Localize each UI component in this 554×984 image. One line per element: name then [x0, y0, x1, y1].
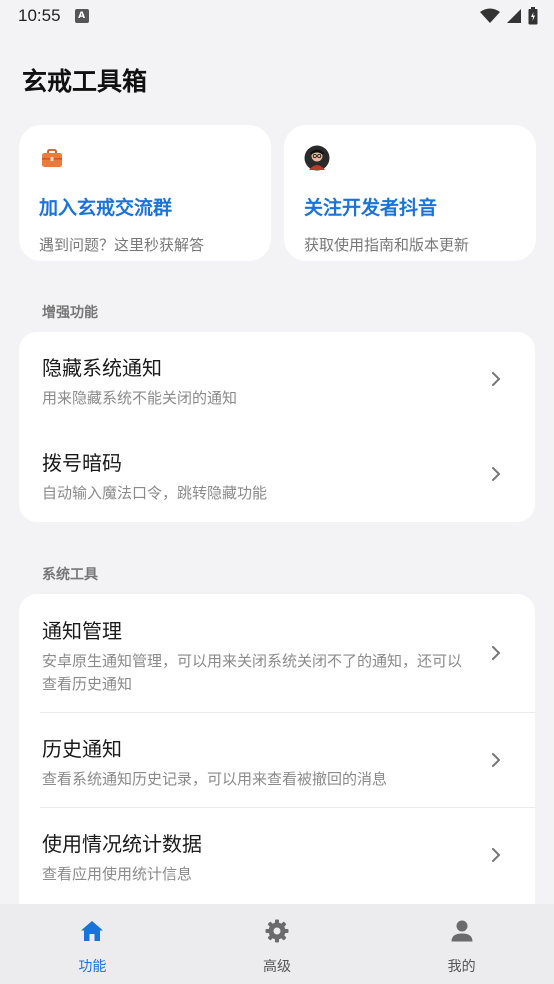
item-description: 查看应用使用统计信息: [42, 865, 193, 883]
notification-a-icon: A: [74, 9, 89, 23]
list-item-notification-management[interactable]: 通知管理 安卓原生通知管理，可以用来关闭系统关闭不了的通知，还可以查看历史通知: [19, 594, 535, 712]
tab-label: 功能: [78, 959, 107, 975]
system-tools-card: 通知管理 安卓原生通知管理，可以用来关闭系统关闭不了的通知，还可以查看历史通知 …: [19, 594, 535, 924]
chevron-right-icon: [492, 753, 500, 767]
app-root: 10:55 A 玄戒工具箱 加入玄戒交流群 遇到问题？这里秒获解答 关注开发者抖…: [0, 0, 554, 984]
chevron-right-icon: [492, 646, 500, 660]
tab-mine[interactable]: 我的: [369, 904, 554, 984]
list-item-usage-stats[interactable]: 使用情况统计数据 查看应用使用统计信息: [19, 808, 535, 904]
chevron-right-icon: [492, 372, 500, 386]
bottom-nav: 功能 高级 我的: [0, 904, 554, 984]
join-group-title: 加入玄戒交流群: [39, 197, 173, 219]
tab-advanced[interactable]: 高级: [185, 904, 370, 984]
item-title: 拨号暗码: [42, 451, 122, 475]
gear-icon: [265, 919, 289, 943]
person-icon: [451, 920, 473, 942]
tab-label: 我的: [447, 959, 476, 975]
enhanced-features-card: 隐藏系统通知 用来隐藏系统不能关闭的通知 拨号暗码 自动输入魔法口令，跳转隐藏功…: [19, 332, 535, 522]
item-description: 查看系统通知历史记录，可以用来查看被撤回的消息: [42, 770, 388, 788]
list-item-notification-history[interactable]: 历史通知 查看系统通知历史记录，可以用来查看被撤回的消息: [19, 713, 535, 807]
page-title: 玄戒工具箱: [22, 67, 148, 96]
tab-functions[interactable]: 功能: [0, 904, 185, 984]
item-title: 隐藏系统通知: [42, 356, 162, 380]
follow-developer-title: 关注开发者抖音: [304, 197, 438, 219]
signal-icon: [507, 9, 521, 23]
status-indicators: [480, 7, 538, 25]
item-description: 自动输入魔法口令，跳转隐藏功能: [42, 484, 268, 502]
join-group-card[interactable]: 加入玄戒交流群 遇到问题？这里秒获解答: [19, 125, 271, 261]
list-item-hide-system-notification[interactable]: 隐藏系统通知 用来隐藏系统不能关闭的通知: [19, 332, 535, 427]
item-description: 安卓原生通知管理，可以用来关闭系统关闭不了的通知，还可以查看历史通知: [42, 652, 463, 693]
section-header-enhanced: 增强功能: [42, 305, 98, 321]
chevron-right-icon: [492, 467, 500, 481]
follow-developer-subtitle: 获取使用指南和版本更新: [304, 236, 470, 254]
item-description: 用来隐藏系统不能关闭的通知: [42, 389, 238, 407]
follow-developer-card[interactable]: 关注开发者抖音 获取使用指南和版本更新: [284, 125, 536, 261]
join-group-subtitle: 遇到问题？这里秒获解答: [39, 236, 205, 254]
status-time: 10:55: [18, 6, 61, 25]
chevron-right-icon: [492, 848, 500, 862]
item-title: 使用情况统计数据: [42, 832, 202, 856]
wifi-icon: [480, 8, 500, 23]
home-icon: [81, 921, 104, 941]
battery-icon: [528, 7, 538, 25]
item-title: 通知管理: [42, 619, 122, 643]
item-title: 历史通知: [42, 737, 122, 761]
list-item-dial-code[interactable]: 拨号暗码 自动输入魔法口令，跳转隐藏功能: [19, 427, 535, 522]
briefcase-icon: [42, 149, 62, 167]
developer-avatar: [304, 145, 330, 171]
section-header-system: 系统工具: [42, 567, 98, 583]
tab-label: 高级: [263, 959, 291, 975]
status-bar: 10:55 A: [0, 0, 554, 32]
